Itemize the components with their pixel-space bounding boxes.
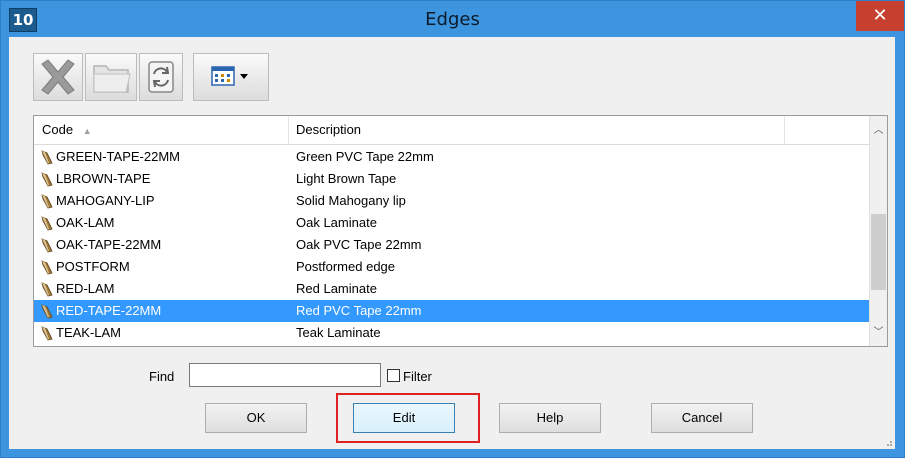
edge-icon bbox=[41, 150, 53, 165]
edge-icon bbox=[41, 326, 53, 341]
row-description: Red Laminate bbox=[296, 281, 377, 296]
row-description: Teak Laminate bbox=[296, 325, 381, 340]
find-input[interactable] bbox=[189, 363, 381, 387]
row-code: MAHOGANY-LIP bbox=[56, 193, 155, 208]
edge-icon bbox=[41, 260, 53, 275]
edit-highlight-box bbox=[336, 393, 480, 443]
row-description: Oak Laminate bbox=[296, 215, 377, 230]
list-row[interactable]: TEAK-LAM Teak Laminate bbox=[34, 322, 872, 344]
resize-grip-icon[interactable] bbox=[883, 437, 893, 447]
scroll-up-icon[interactable]: ︿ bbox=[870, 122, 887, 139]
row-code: TEAK-LAM bbox=[56, 325, 122, 340]
row-code: OAK-TAPE-22MM bbox=[56, 237, 162, 252]
list-row[interactable]: POSTFORM Postformed edge bbox=[34, 256, 872, 278]
list-row[interactable]: RED-LAM Red Laminate bbox=[34, 278, 872, 300]
row-description: Postformed edge bbox=[296, 259, 396, 274]
row-code: RED-LAM bbox=[56, 281, 115, 296]
delete-button[interactable] bbox=[33, 53, 83, 101]
list-row[interactable]: OAK-LAM Oak Laminate bbox=[34, 212, 872, 234]
row-description: Oak PVC Tape 22mm bbox=[296, 237, 422, 252]
scroll-thumb[interactable] bbox=[871, 214, 886, 290]
row-description: Light Brown Tape bbox=[296, 171, 397, 186]
list-row[interactable]: MAHOGANY-LIP Solid Mahogany lip bbox=[34, 190, 872, 212]
help-button[interactable]: Help bbox=[499, 403, 601, 433]
close-icon: ✕ bbox=[872, 5, 888, 26]
list-row[interactable]: GREEN-TAPE-22MM Green PVC Tape 22mm bbox=[34, 146, 872, 168]
row-description: Red PVC Tape 22mm bbox=[296, 303, 422, 318]
edge-icon bbox=[41, 282, 53, 297]
row-code: POSTFORM bbox=[56, 259, 130, 274]
column-divider[interactable] bbox=[784, 116, 785, 144]
dialog-body: Code ▲ Description GREEN-TAPE-22MM Green … bbox=[9, 37, 895, 449]
list-row[interactable]: RED-TAPE-22MM Red PVC Tape 22mm bbox=[34, 300, 872, 322]
vertical-scrollbar[interactable]: ︿ ﹀ bbox=[869, 116, 887, 346]
view-options-button[interactable] bbox=[193, 53, 269, 101]
sort-ascending-icon: ▲ bbox=[82, 126, 92, 136]
ok-button[interactable]: OK bbox=[205, 403, 307, 433]
find-label: Find bbox=[149, 369, 175, 384]
window-title: Edges bbox=[425, 9, 480, 30]
folder-icon bbox=[93, 65, 131, 93]
close-button[interactable]: ✕ bbox=[856, 1, 904, 31]
row-code: LBROWN-TAPE bbox=[56, 171, 151, 186]
column-divider[interactable] bbox=[288, 116, 289, 144]
edges-list[interactable]: Code ▲ Description GREEN-TAPE-22MM Green … bbox=[33, 115, 888, 347]
edges-dialog: 10 Edges ✕ Code ▲ Description GREEN-TAPE… bbox=[0, 0, 905, 458]
row-description: Green PVC Tape 22mm bbox=[296, 149, 434, 164]
edge-icon bbox=[41, 238, 53, 253]
open-folder-button[interactable] bbox=[85, 53, 137, 101]
list-row[interactable]: LBROWN-TAPE Light Brown Tape bbox=[34, 168, 872, 190]
cancel-button[interactable]: Cancel bbox=[651, 403, 753, 433]
edge-icon bbox=[41, 216, 53, 231]
column-header-description[interactable]: Description bbox=[296, 116, 361, 144]
edge-icon bbox=[41, 172, 53, 187]
refresh-icon bbox=[148, 61, 174, 93]
list-row[interactable]: OAK-TAPE-22MM Oak PVC Tape 22mm bbox=[34, 234, 872, 256]
scroll-down-icon[interactable]: ﹀ bbox=[870, 324, 887, 341]
row-description: Solid Mahogany lip bbox=[296, 193, 406, 208]
edge-icon bbox=[41, 194, 53, 209]
row-code: RED-TAPE-22MM bbox=[56, 300, 162, 322]
filter-checkbox[interactable] bbox=[387, 369, 400, 382]
row-code: GREEN-TAPE-22MM bbox=[56, 149, 180, 164]
edge-icon bbox=[41, 304, 53, 319]
view-columns-icon bbox=[211, 66, 248, 86]
column-header-code-label: Code bbox=[42, 122, 74, 137]
refresh-button[interactable] bbox=[139, 53, 183, 101]
list-header: Code ▲ Description bbox=[34, 116, 872, 145]
title-bar: 10 Edges ✕ bbox=[1, 1, 904, 37]
row-code: OAK-LAM bbox=[56, 215, 115, 230]
column-header-code[interactable]: Code ▲ bbox=[42, 116, 92, 144]
filter-label[interactable]: Filter bbox=[403, 369, 432, 384]
delete-icon bbox=[41, 59, 75, 95]
